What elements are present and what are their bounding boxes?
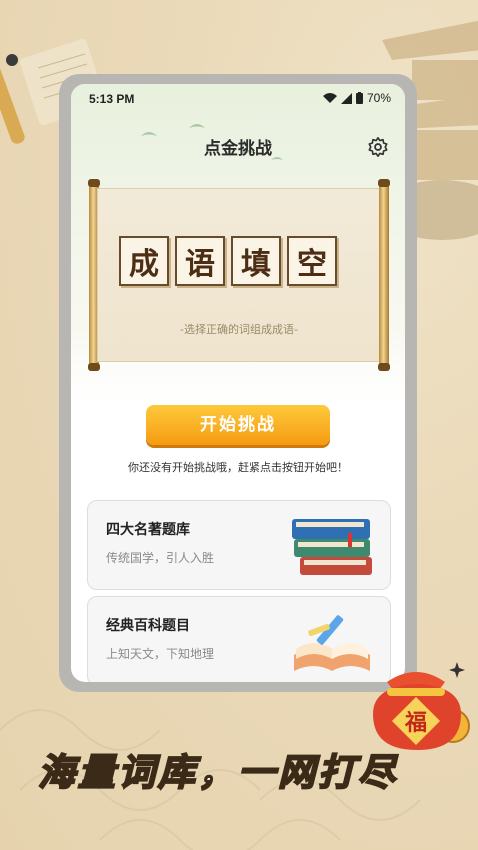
category-card-classics[interactable]: 四大名著题库 传统国学，引人入胜 bbox=[87, 500, 391, 590]
start-hint: 你还没有开始挑战哦，赶紧点击按钮开始吧！ bbox=[128, 461, 348, 474]
title-tile: 成 bbox=[119, 236, 169, 286]
category-title: 经典百科题目 bbox=[106, 618, 190, 634]
category-subtitle: 上知天文，下知地理 bbox=[106, 647, 215, 661]
category-card-encyclopedia[interactable]: 经典百科题目 上知天文，下知地理 bbox=[87, 596, 391, 682]
slogan-text: 海量词库，一网打尽 bbox=[37, 750, 398, 795]
banner-subtitle: -选择正确的词组成成语- bbox=[180, 323, 298, 336]
scroll-paper: 成 语 填 空 -选择正确的词组成成语- bbox=[97, 188, 381, 362]
start-challenge-button[interactable]: 开始挑战 bbox=[146, 405, 330, 445]
status-time: 5:13 PM bbox=[89, 92, 135, 106]
book-stack-icon bbox=[292, 519, 372, 575]
category-subtitle: 传统国学，引人入胜 bbox=[106, 551, 215, 565]
game-banner-scroll: 成 语 填 空 -选择正确的词组成成语- bbox=[88, 179, 390, 372]
lucky-bag-character: 福 bbox=[404, 711, 427, 736]
wifi-icon bbox=[322, 92, 337, 103]
page-title: 点金挑战 bbox=[204, 139, 272, 159]
title-bar: 点金挑战 bbox=[71, 134, 405, 159]
settings-gear-icon[interactable] bbox=[367, 136, 389, 158]
status-bar: 5:13 PM 70% bbox=[71, 84, 405, 110]
battery-percent: 70% bbox=[366, 91, 391, 105]
title-tile: 填 bbox=[231, 236, 281, 286]
title-tile: 空 bbox=[287, 236, 337, 286]
phone-frame: 5:13 PM 70% 点金挑战 成 语 填 空 -选择正确的词组成成语- 开始… bbox=[59, 74, 417, 692]
scroll-rod-right bbox=[378, 179, 390, 371]
battery-icon bbox=[355, 92, 363, 104]
category-title: 四大名著题库 bbox=[106, 522, 190, 538]
title-tile: 语 bbox=[175, 236, 225, 286]
signal-icon bbox=[340, 92, 352, 104]
status-icons: 70% bbox=[322, 91, 391, 105]
app-screen: 5:13 PM 70% 点金挑战 成 语 填 空 -选择正确的词组成成语- 开始… bbox=[71, 84, 405, 682]
title-tiles: 成 语 填 空 bbox=[119, 236, 337, 286]
lucky-bag-icon: 福 bbox=[373, 662, 470, 750]
